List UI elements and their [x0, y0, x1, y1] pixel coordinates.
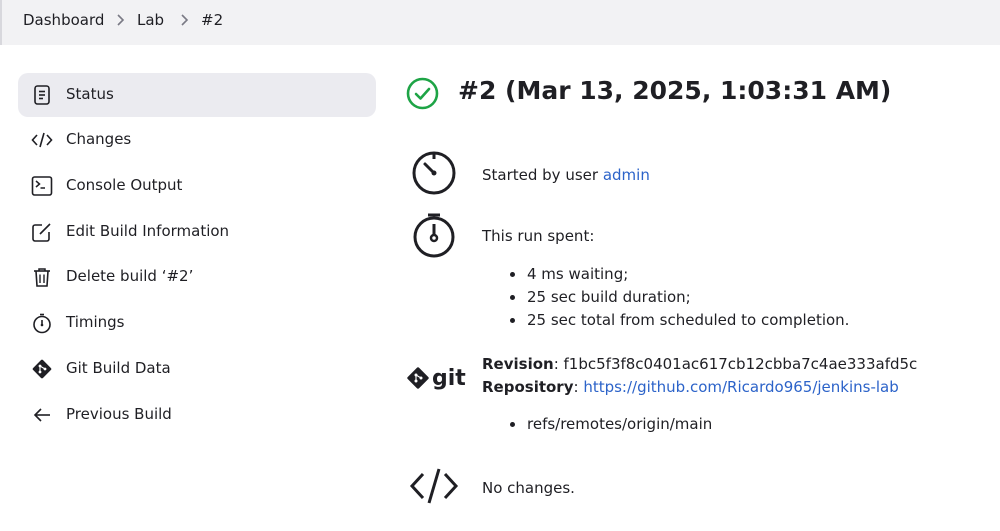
edit-icon [31, 221, 53, 243]
sidebar-item-delete-build[interactable]: Delete build ‘#2’ [18, 255, 376, 299]
list-item: 25 sec total from scheduled to completio… [510, 309, 849, 332]
code-icon [409, 466, 459, 506]
sidebar-item-edit-build-information[interactable]: Edit Build Information [18, 210, 376, 254]
sidebar-item-label: Delete build ‘#2’ [66, 267, 194, 285]
trash-icon [31, 266, 53, 288]
breadcrumb-lab[interactable]: Lab [137, 11, 164, 29]
breadcrumb-dashboard[interactable]: Dashboard [23, 11, 104, 29]
sidebar-item-console-output[interactable]: Console Output [18, 164, 376, 208]
success-check-icon [406, 77, 439, 110]
git-icon [31, 358, 53, 380]
terminal-icon [31, 175, 53, 197]
sidebar-item-label: Git Build Data [66, 359, 171, 377]
list-item: 4 ms waiting; [510, 263, 849, 286]
breadcrumb: Dashboard Lab #2 [0, 0, 1000, 45]
document-icon [31, 84, 53, 106]
git-logo-text: git [432, 366, 466, 391]
sidebar-item-status[interactable]: Status [18, 73, 376, 117]
refs-list: refs/remotes/origin/main [510, 413, 712, 436]
sidebar-item-label: Console Output [66, 176, 183, 194]
sidebar-item-timings[interactable]: Timings [18, 301, 376, 345]
page-title: #2 (Mar 13, 2025, 1:03:31 AM) [458, 76, 892, 105]
list-item: refs/remotes/origin/main [510, 413, 712, 436]
arrow-left-icon [31, 404, 53, 426]
sidebar-item-label: Changes [66, 130, 132, 148]
chevron-right-icon [114, 13, 126, 27]
code-icon [31, 129, 53, 151]
sidebar-item-git-build-data[interactable]: Git Build Data [18, 347, 376, 391]
revision-label: Revision [482, 355, 554, 373]
revision-row: Revision: f1bc5f3f8c0401ac617cb12cbba7c4… [482, 355, 917, 373]
chevron-right-icon [178, 13, 190, 27]
repository-label: Repository [482, 378, 574, 396]
sidebar-item-changes[interactable]: Changes [18, 118, 376, 162]
sidebar-item-label: Timings [66, 313, 125, 331]
repository-row: Repository: https://github.com/Ricardo96… [482, 378, 899, 396]
sidebar-item-label: Edit Build Information [66, 222, 230, 240]
sidebar-item-label: Status [66, 85, 114, 103]
repository-link[interactable]: https://github.com/Ricardo965/jenkins-la… [583, 378, 898, 396]
stopwatch-icon [31, 312, 53, 334]
timings-list: 4 ms waiting; 25 sec build duration; 25 … [510, 263, 849, 332]
clock-icon [411, 150, 457, 196]
sidebar-item-previous-build[interactable]: Previous Build [18, 393, 376, 437]
user-link[interactable]: admin [603, 166, 650, 184]
breadcrumb-build[interactable]: #2 [201, 11, 223, 29]
revision-value: : f1bc5f3f8c0401ac617cb12cbba7c4ae333afd… [553, 355, 918, 373]
no-changes-text: No changes. [482, 479, 575, 497]
repository-sep: : [573, 378, 584, 396]
started-by-text: Started by user admin [482, 166, 650, 184]
run-spent-label: This run spent: [482, 227, 595, 245]
started-by-label: Started by user [482, 166, 603, 184]
sidebar-item-label: Previous Build [66, 405, 172, 423]
list-item: 25 sec build duration; [510, 286, 849, 309]
stopwatch-icon [411, 212, 457, 258]
